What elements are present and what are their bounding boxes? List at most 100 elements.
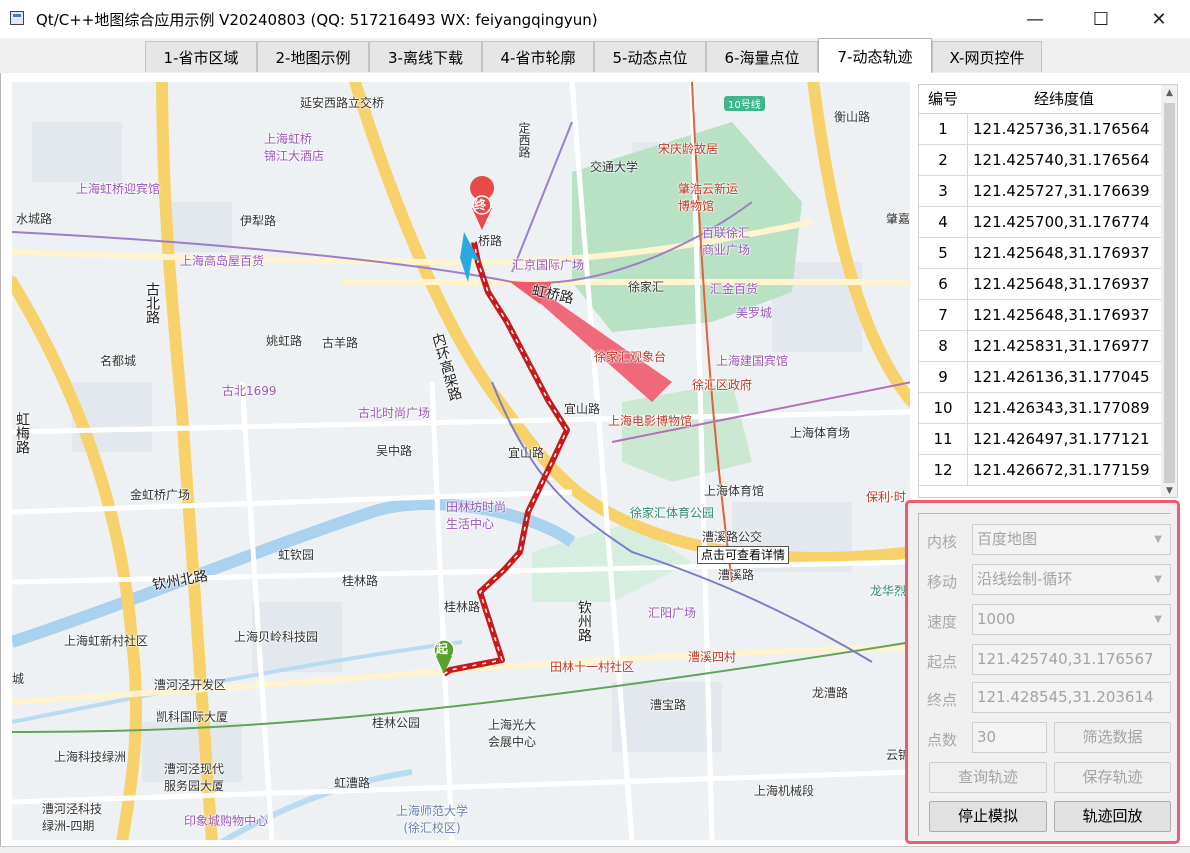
tab-province-outline[interactable]: 4-省市轮廓 <box>482 41 594 72</box>
track-replay-button[interactable]: 轨迹回放 <box>1054 801 1171 832</box>
kernel-select[interactable]: 百度地图 ▼ <box>972 524 1171 555</box>
cell-coord: 121.425648,31.176937 <box>973 275 1150 293</box>
map-label: 宜山路 <box>564 402 601 416</box>
map-label: 漕河泾现代 服务园大厦 <box>164 762 225 793</box>
map-label: 城 <box>12 672 25 686</box>
tab-web-control[interactable]: X-网页控件 <box>932 41 1042 72</box>
table-scrollbar[interactable]: ▲ ▼ <box>1161 85 1177 497</box>
tab-province-region[interactable]: 1-省市区域 <box>145 41 257 72</box>
kernel-label: 内核 <box>927 533 958 551</box>
table-row[interactable]: 7 121.425648,31.176937 <box>919 300 1161 331</box>
speed-select[interactable]: 1000 ▼ <box>972 604 1171 635</box>
scroll-down-icon[interactable]: ▼ <box>1161 483 1177 497</box>
column-header-coord[interactable]: 经纬度值 <box>967 85 1161 113</box>
cell-id: 7 <box>919 300 968 330</box>
count-label: 点数 <box>927 731 958 749</box>
map-view[interactable]: 延安西路立交桥 上海虹桥 锦江大酒店 上海虹桥迎宾馆 水城路 伊犁路 上海高岛屋… <box>12 82 910 840</box>
map-label: 上海体育馆 <box>704 484 765 498</box>
filter-data-button[interactable]: 筛选数据 <box>1054 722 1171 753</box>
maximize-button[interactable]: ☐ <box>1078 0 1124 38</box>
end-point-field[interactable]: 121.428545,31.203614 <box>972 682 1171 713</box>
road-label: 钦州路 <box>576 600 592 642</box>
cell-id: 11 <box>919 424 968 454</box>
map-label: 田林十一村社区 <box>550 660 635 674</box>
map-label: 延安西路立交桥 <box>300 96 385 110</box>
stop-simulation-button[interactable]: 停止模拟 <box>929 801 1047 832</box>
cell-coord: 121.426343,31.177089 <box>973 399 1150 417</box>
map-label: 桂林路 <box>444 600 481 614</box>
scroll-thumb[interactable] <box>1164 103 1175 483</box>
cell-id: 3 <box>919 176 968 206</box>
tab-mass-points[interactable]: 6-海量点位 <box>706 41 818 72</box>
cell-id: 10 <box>919 393 968 423</box>
table-row[interactable]: 8 121.425831,31.176977 <box>919 331 1161 362</box>
map-label: 漕河泾开发区 <box>154 678 227 692</box>
map-label: 伊犁路 <box>240 214 277 228</box>
point-count-field[interactable]: 30 <box>972 722 1047 753</box>
scroll-up-icon[interactable]: ▲ <box>1161 85 1177 101</box>
cell-coord: 121.426497,31.177121 <box>973 430 1150 448</box>
start-point-field[interactable]: 121.425740,31.176567 <box>972 644 1171 675</box>
close-button[interactable]: ✕ <box>1136 0 1182 38</box>
map-label: 古北时尚广场 <box>358 406 431 420</box>
map-label: 虹钦园 <box>278 548 315 562</box>
cell-id: 4 <box>919 207 968 237</box>
end-label: 终点 <box>927 691 958 709</box>
map-label: 上海体育场 <box>790 426 851 440</box>
cell-id: 8 <box>919 331 968 361</box>
table-row[interactable]: 5 121.425648,31.176937 <box>919 238 1161 269</box>
map-label: 漕溪路 <box>718 568 755 582</box>
cell-id: 2 <box>919 145 968 175</box>
map-label: 汇阳广场 <box>648 606 697 620</box>
map-label: 凯科国际大厦 <box>156 710 229 724</box>
start-label: 起点 <box>927 653 958 671</box>
table-row[interactable]: 3 121.425727,31.176639 <box>919 176 1161 207</box>
table-row[interactable]: 2 121.425740,31.176564 <box>919 145 1161 176</box>
table-row[interactable]: 9 121.426136,31.177045 <box>919 362 1161 393</box>
cell-coord: 121.426672,31.177159 <box>973 461 1150 479</box>
table-row[interactable]: 6 121.425648,31.176937 <box>919 269 1161 300</box>
end-pin-label: 终 <box>474 198 487 212</box>
cell-coord: 121.425648,31.176937 <box>973 244 1150 262</box>
map-label: 名都城 <box>100 354 137 368</box>
map-label: 徐汇区政府 <box>692 378 753 392</box>
map-label: 虹漕路 <box>334 776 371 790</box>
tab-dynamic-points[interactable]: 5-动态点位 <box>594 41 706 72</box>
map-label: 水城路 <box>16 212 53 226</box>
map-label: 龙华烈 <box>870 584 907 598</box>
table-row[interactable]: 11 121.426497,31.177121 <box>919 424 1161 455</box>
map-label: 印象城购物中心 <box>184 814 269 828</box>
map-label: 交通大学 <box>590 160 639 174</box>
column-header-id[interactable]: 编号 <box>919 85 967 113</box>
cell-id: 6 <box>919 269 968 299</box>
cell-coord: 121.425727,31.176639 <box>973 182 1150 200</box>
tab-offline-download[interactable]: 3-离线下载 <box>369 41 482 72</box>
chevron-down-icon: ▼ <box>1154 534 1162 545</box>
minimize-button[interactable]: — <box>1012 0 1058 38</box>
cell-coord: 121.425700,31.176774 <box>973 213 1150 231</box>
kernel-value: 百度地图 <box>977 530 1038 548</box>
table-row[interactable]: 12 121.426672,31.177159 <box>919 455 1161 486</box>
move-select[interactable]: 沿线绘制-循环 ▼ <box>972 564 1171 595</box>
map-label: 肇浩云新运 博物馆 <box>678 182 739 213</box>
map-label: 漕宝路 <box>650 698 687 712</box>
tab-dynamic-track[interactable]: 7-动态轨迹 <box>818 38 932 73</box>
tab-map-example[interactable]: 2-地图示例 <box>257 41 369 72</box>
map-label: 上海虹桥迎宾馆 <box>76 182 161 196</box>
move-label: 移动 <box>927 573 958 591</box>
map-label: 漕溪四村 <box>688 650 737 664</box>
table-row[interactable]: 4 121.425700,31.176774 <box>919 207 1161 238</box>
table-row[interactable]: 10 121.426343,31.177089 <box>919 393 1161 424</box>
chevron-down-icon: ▼ <box>1154 574 1162 585</box>
map-label: 上海科技绿洲 <box>54 750 127 764</box>
cell-id: 5 <box>919 238 968 268</box>
coordinate-table[interactable]: 编号 经纬度值 1 121.425736,31.176564 2 121.42574… <box>918 84 1178 498</box>
map-label: 百联徐汇 商业广场 <box>702 226 751 257</box>
table-row[interactable]: 1 121.425736,31.176564 <box>919 114 1161 145</box>
query-track-button[interactable]: 查询轨迹 <box>929 762 1047 793</box>
map-label: 上海光大 会展中心 <box>488 718 537 749</box>
save-track-button[interactable]: 保存轨迹 <box>1054 762 1171 793</box>
cell-coord: 121.425740,31.176564 <box>973 151 1150 169</box>
map-label: 汇京国际广场 <box>512 258 585 272</box>
cell-id: 1 <box>919 114 968 144</box>
